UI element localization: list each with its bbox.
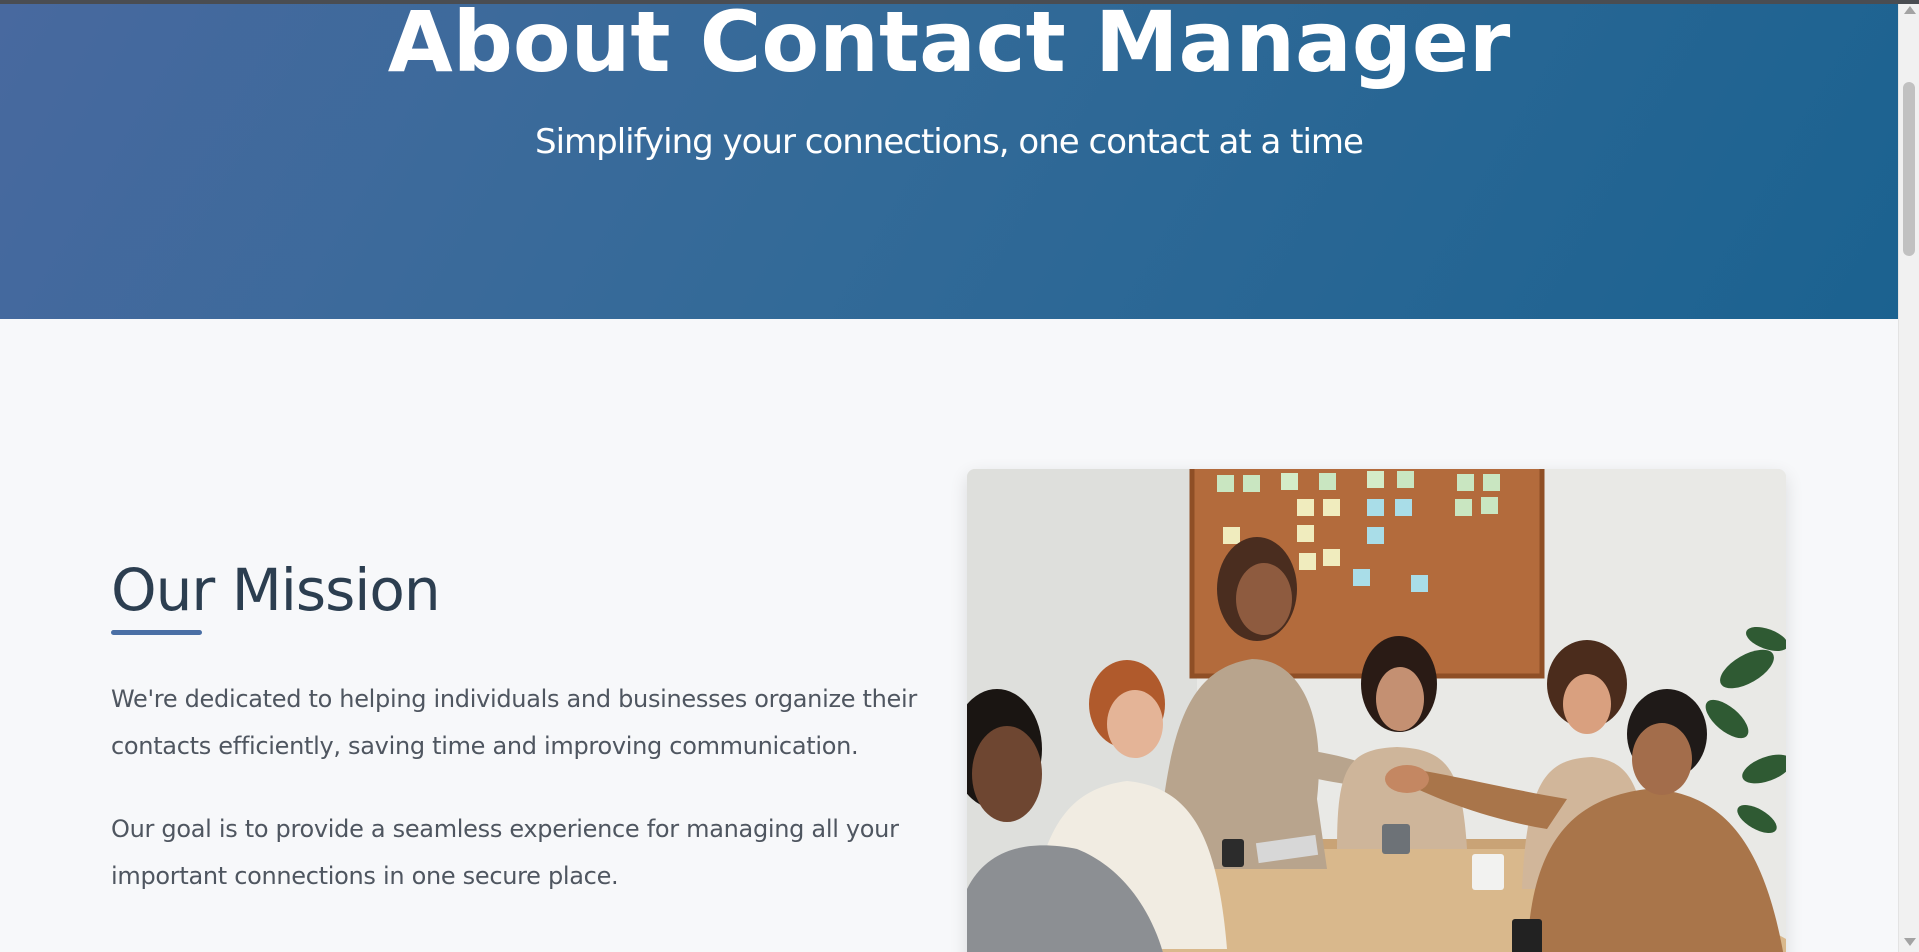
mission-heading: Our Mission (111, 556, 441, 624)
heading-underline (111, 630, 202, 635)
page-subtitle: Simplifying your connections, one contac… (535, 122, 1364, 162)
page-title: About Contact Manager (387, 0, 1511, 91)
window-top-edge (0, 0, 1919, 4)
mission-section: Our Mission We're dedicated to helping i… (111, 552, 931, 900)
vertical-scrollbar[interactable] (1898, 0, 1919, 952)
mission-paragraph-2: Our goal is to provide a seamless experi… (111, 815, 899, 890)
team-meeting-photo (967, 469, 1786, 952)
hero-banner: About Contact Manager Simplifying your c… (0, 0, 1898, 319)
page-viewport: About Contact Manager Simplifying your c… (0, 0, 1898, 952)
scrollbar-thumb[interactable] (1903, 82, 1915, 256)
chevron-down-icon[interactable] (1904, 938, 1916, 946)
mission-paragraph-1: We're dedicated to helping individuals a… (111, 685, 917, 760)
chevron-up-icon[interactable] (1904, 6, 1916, 14)
